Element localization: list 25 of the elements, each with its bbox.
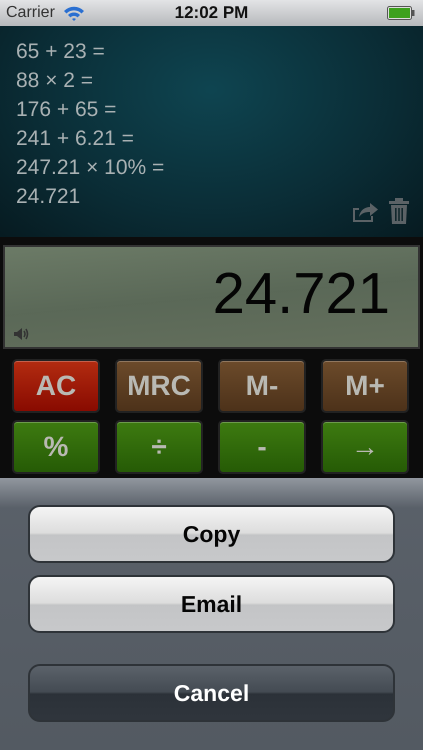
keypad-key[interactable]: AC <box>12 359 100 413</box>
keypad-key[interactable]: % <box>12 420 100 474</box>
wifi-icon <box>62 5 85 21</box>
trash-icon[interactable] <box>389 198 409 224</box>
keypad-key[interactable]: - <box>218 420 306 474</box>
clock-time: 12:02 PM <box>174 3 250 23</box>
keypad-key[interactable]: → <box>321 420 409 474</box>
tape-line: 24.721 <box>16 184 82 210</box>
tape-line: 65 + 23 = <box>16 39 106 65</box>
keypad-key[interactable]: ÷ <box>115 420 203 474</box>
keypad-key[interactable]: M+ <box>321 359 409 413</box>
sheet-button[interactable]: Email <box>28 575 395 633</box>
sheet-button[interactable]: Copy <box>28 505 395 563</box>
keypad-key[interactable]: MRC <box>115 359 203 413</box>
share-icon[interactable] <box>351 200 379 224</box>
tape-line: 88 × 2 = <box>16 68 94 94</box>
tape-line: 247.21 × 10% = <box>16 155 166 181</box>
display-value: 24.721 <box>212 260 390 326</box>
tape-line: 176 + 65 = <box>16 97 118 123</box>
speaker-icon[interactable] <box>13 327 31 341</box>
keypad-key[interactable]: M- <box>218 359 306 413</box>
battery-icon <box>387 6 415 20</box>
tape-line: 241 + 6.21 = <box>16 126 135 152</box>
sheet-button[interactable]: Cancel <box>28 664 395 722</box>
carrier-label: Carrier <box>6 4 55 22</box>
